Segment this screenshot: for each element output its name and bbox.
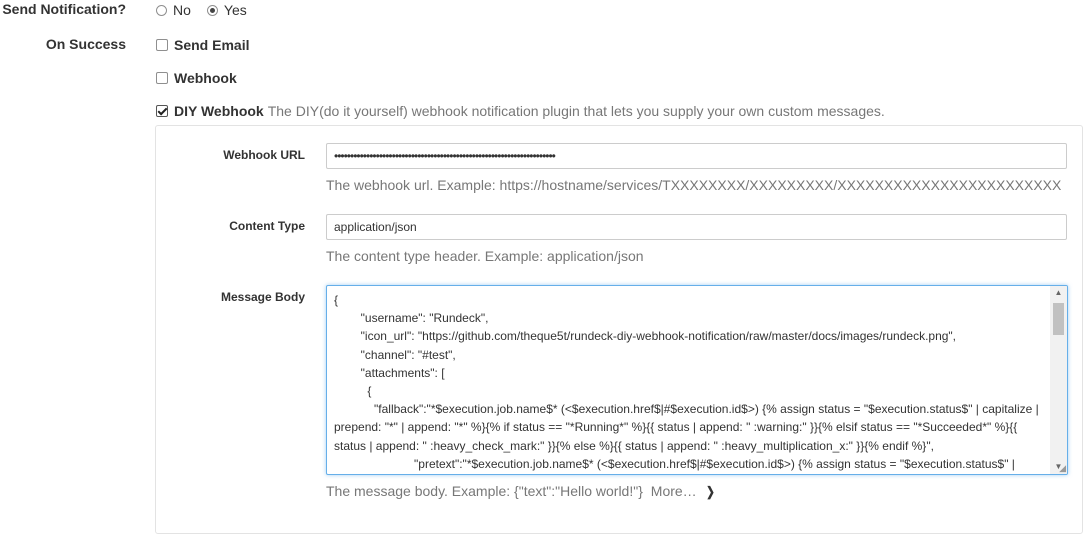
content-type-input[interactable]: application/json xyxy=(326,214,1067,240)
webhook-checkbox[interactable] xyxy=(156,72,168,84)
message-body-textarea[interactable]: { "username": "Rundeck", "icon_url": "ht… xyxy=(326,285,1068,475)
radio-no-label[interactable]: No xyxy=(173,2,191,18)
message-body-text[interactable]: { "username": "Rundeck", "icon_url": "ht… xyxy=(334,291,1046,473)
message-body-help: The message body. Example: {"text":"Hell… xyxy=(326,483,715,500)
send-email-label[interactable]: Send Email xyxy=(174,37,249,53)
webhook-url-input[interactable]: ••••••••••••••••••••••••••••••••••••••••… xyxy=(326,143,1067,169)
webhook-url-label: Webhook URL xyxy=(223,148,305,162)
diy-webhook-option[interactable]: DIY Webhook The DIY(do it yourself) webh… xyxy=(156,102,885,120)
on-success-label: On Success xyxy=(45,36,126,52)
content-type-help: The content type header. Example: applic… xyxy=(326,248,644,264)
send-notification-label: Send Notification? xyxy=(2,1,126,17)
more-link[interactable]: More… xyxy=(651,483,697,499)
radio-yes[interactable] xyxy=(206,4,218,16)
message-body-scrollbar[interactable]: ▲ ▼ xyxy=(1050,286,1067,474)
chevron-right-icon[interactable]: ❯ xyxy=(706,484,715,500)
send-email-option[interactable]: Send Email xyxy=(156,36,249,54)
webhook-label[interactable]: Webhook xyxy=(174,70,237,86)
resize-handle-icon[interactable]: ◢ xyxy=(1056,463,1066,473)
diy-webhook-checkbox[interactable] xyxy=(156,105,168,117)
diy-webhook-label[interactable]: DIY Webhook xyxy=(174,103,264,119)
message-body-label: Message Body xyxy=(220,290,305,304)
content-type-label: Content Type xyxy=(229,219,305,233)
radio-no[interactable] xyxy=(156,4,167,16)
diy-webhook-description: The DIY(do it yourself) webhook notifica… xyxy=(267,103,885,119)
scroll-up-arrow-icon[interactable]: ▲ xyxy=(1050,286,1067,300)
send-notification-radio-group: No Yes xyxy=(156,1,263,19)
scrollbar-thumb[interactable] xyxy=(1053,303,1064,335)
webhook-url-help: The webhook url. Example: https://hostna… xyxy=(326,177,1062,193)
send-email-checkbox[interactable] xyxy=(156,39,168,51)
webhook-option[interactable]: Webhook xyxy=(156,69,237,87)
radio-yes-label[interactable]: Yes xyxy=(224,2,247,18)
message-body-help-text: The message body. Example: {"text":"Hell… xyxy=(326,483,643,499)
